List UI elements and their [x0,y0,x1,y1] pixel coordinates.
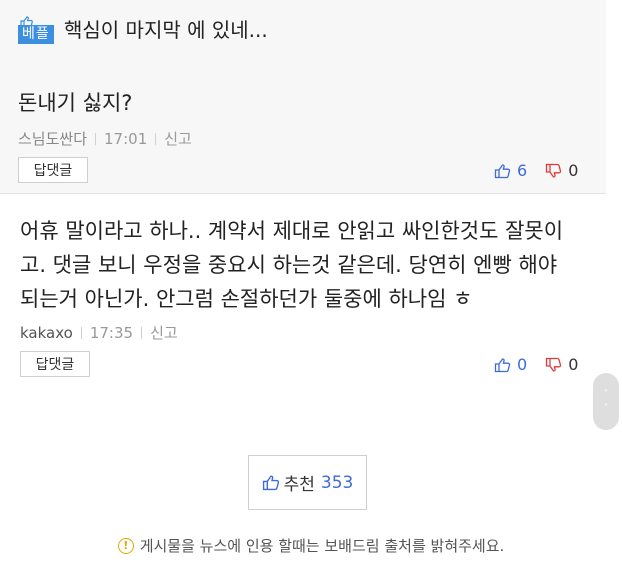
report-link[interactable]: 신고 [150,322,178,343]
comment-text: 돈내기 싫지? [18,91,133,115]
comment-time: 17:35 [89,323,134,342]
downvote-count: 0 [568,161,579,180]
report-link[interactable]: 신고 [164,128,192,149]
best-comment-header: 베플 핵심이 마지막 에 있네... [18,16,268,44]
upvote-button[interactable]: 6 [494,161,527,180]
scroll-down-icon[interactable]: ˅ [604,402,609,416]
meta-divider [95,132,97,145]
recommend-count: 353 [320,472,354,493]
best-comment-title: 핵심이 마지막 에 있네... [64,18,268,42]
upvote-count: 6 [517,161,528,180]
downvote-button[interactable]: 0 [545,355,578,374]
upvote-count: 0 [517,355,528,374]
comment-time: 17:01 [104,129,148,148]
meta-divider [155,132,157,145]
comment-author[interactable]: kakaxo [20,324,73,342]
best-badge: 베플 [18,25,54,44]
best-badge-wrap: 베플 [18,16,56,44]
comment-meta: kakaxo 17:35 신고 [20,322,178,343]
comment-meta: 스님도싼다 17:01 신고 [18,128,192,149]
recommend-button[interactable]: 추천 353 [248,455,367,510]
scroll-up-icon[interactable]: ˄ [604,388,609,402]
meta-divider [141,326,143,339]
comment-text-line: 어휴 말이라고 하나.. 계약서 제대로 안읽고 싸인한것도 잘못이 [20,219,564,243]
thumb-up-icon [494,357,511,372]
scroll-navigator[interactable]: ˄ ˅ [593,373,619,430]
downvote-count: 0 [568,355,579,374]
notice-text: 게시물을 뉴스에 인용 할때는 보배드림 출처를 밝혀주세요. [139,537,505,555]
vote-group: 6 0 [494,161,578,180]
reply-button[interactable]: 답댓글 [20,351,90,377]
thumb-down-icon [546,357,562,372]
meta-divider [80,326,82,339]
upvote-button[interactable]: 0 [494,355,527,374]
comment-author[interactable]: 스님도싼다 [18,128,87,149]
comment-text: 어휴 말이라고 하나.. 계약서 제대로 안읽고 싸인한것도 잘못이 고. 댓글… [20,214,608,316]
thumb-down-icon [546,163,562,178]
reply-button[interactable]: 답댓글 [18,157,88,183]
citation-notice: ! 게시물을 뉴스에 인용 할때는 보배드림 출처를 밝혀주세요. [0,535,622,556]
vote-group: 0 0 [494,355,578,374]
thumb-up-icon [262,475,279,491]
info-icon: ! [117,537,134,554]
comment-text-line: 되는거 아닌가. 안그럼 손절하던가 둘중에 하나임 ㅎ [20,287,473,311]
thumb-up-icon [494,163,511,178]
best-comment-box: 베플 핵심이 마지막 에 있네... 돈내기 싫지? 스님도싼다 17:01 신… [0,0,606,194]
downvote-button[interactable]: 0 [545,161,578,180]
comment-text-line: 고. 댓글 보니 우정을 중요시 하는것 같은데. 당연히 엔빵 해야 [20,253,558,277]
recommend-label: 추천 [283,475,315,495]
